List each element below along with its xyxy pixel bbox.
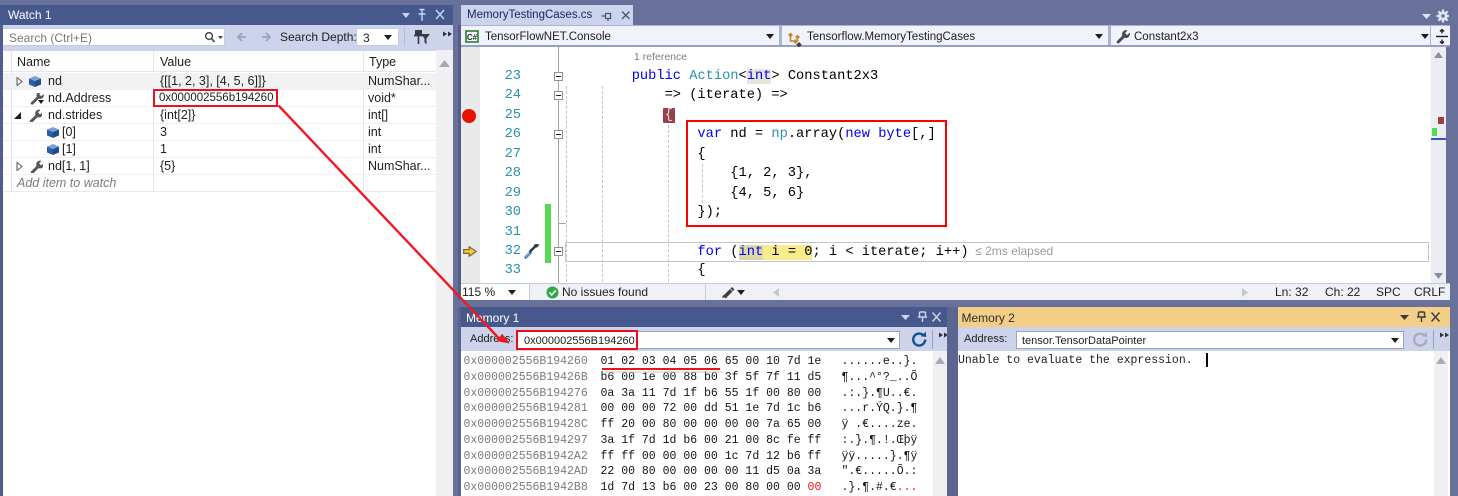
svg-text:C#: C# (467, 33, 478, 42)
